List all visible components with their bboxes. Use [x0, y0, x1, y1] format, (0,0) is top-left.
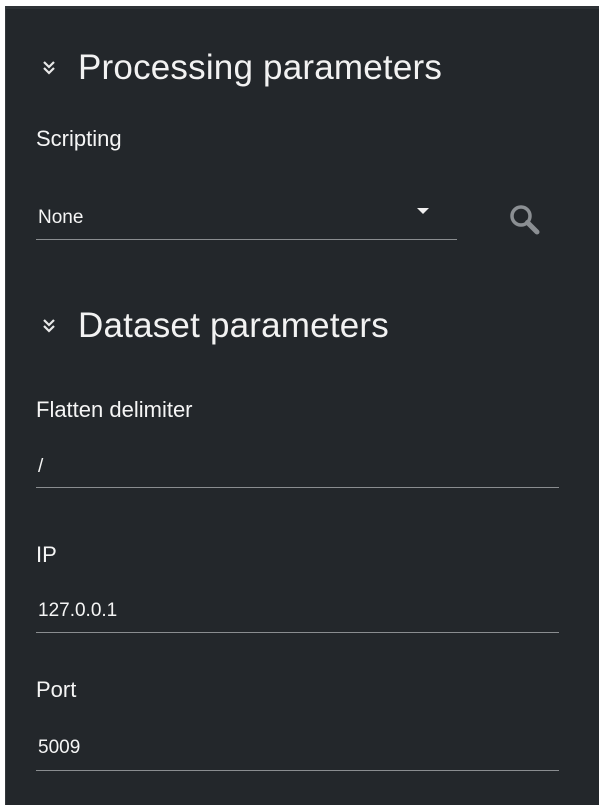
dataset-section-title: Dataset parameters	[78, 306, 389, 345]
ip-label: IP	[36, 542, 57, 567]
port-input[interactable]: 5009	[36, 726, 559, 771]
search-icon[interactable]	[506, 201, 546, 241]
processing-section-title: Processing parameters	[78, 48, 443, 87]
dataset-section-header[interactable]: Dataset parameters	[42, 306, 389, 346]
parameters-panel: Processing parameters Scripting None Dat…	[5, 6, 599, 805]
port-label: Port	[36, 677, 77, 702]
flatten-delimiter-input[interactable]: /	[36, 446, 559, 488]
port-value: 5009	[38, 737, 81, 758]
caret-down-icon	[417, 207, 429, 214]
flatten-delimiter-label: Flatten delimiter	[36, 397, 193, 422]
double-chevron-down-icon[interactable]	[42, 316, 56, 336]
double-chevron-down-icon[interactable]	[42, 58, 56, 78]
scripting-select-value: None	[38, 206, 84, 228]
processing-section-header[interactable]: Processing parameters	[42, 48, 442, 88]
flatten-delimiter-value: /	[38, 455, 44, 477]
panel-top-border	[6, 6, 599, 9]
scripting-label: Scripting	[36, 126, 122, 151]
ip-value: 127.0.0.1	[38, 600, 118, 621]
ip-input[interactable]: 127.0.0.1	[36, 590, 559, 633]
scripting-select[interactable]: None	[36, 196, 457, 240]
